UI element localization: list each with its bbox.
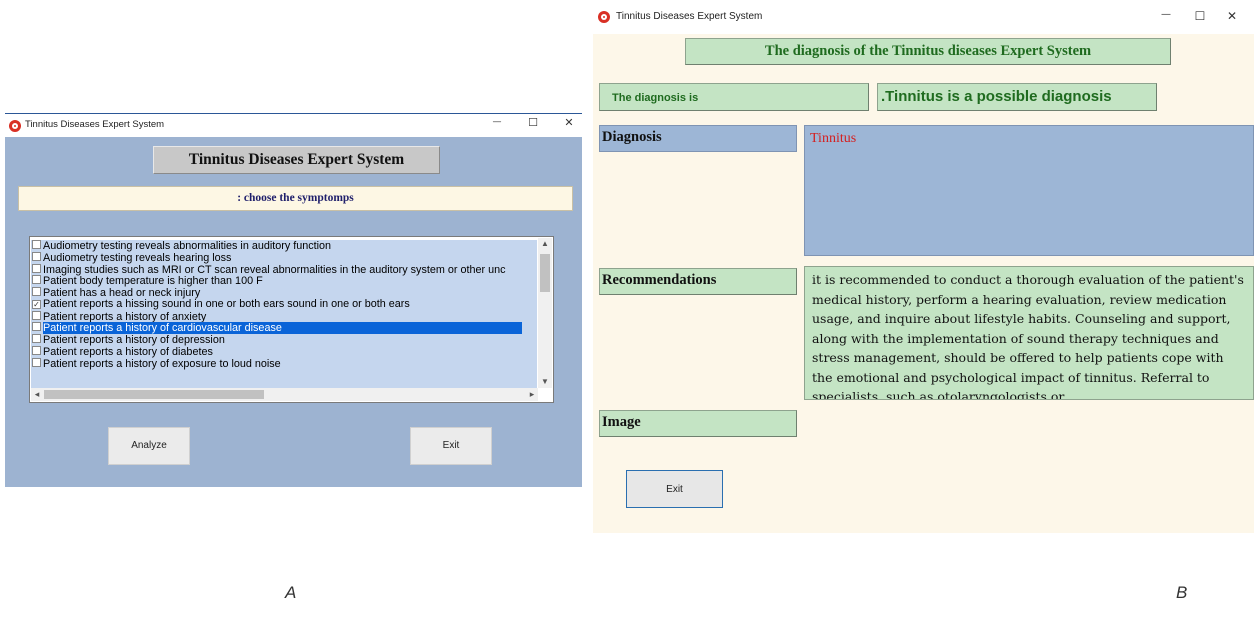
checkbox[interactable]	[32, 287, 41, 296]
checkbox[interactable]	[32, 240, 41, 249]
scroll-right-icon[interactable]: ▸	[526, 388, 538, 401]
recommendations-label: Recommendations	[599, 268, 797, 295]
checkbox[interactable]	[32, 310, 41, 320]
checkbox[interactable]	[32, 322, 41, 332]
symptom-item[interactable]: Patient body temperature is higher than …	[31, 275, 537, 287]
caption-a: A	[285, 583, 297, 602]
diagnosis-header: The diagnosis of the Tinnitus diseases E…	[685, 38, 1171, 65]
horizontal-scrollbar[interactable]: ◂ ▸	[31, 388, 538, 401]
diagnosis-window: Tinnitus Diseases Expert System — ☐ ✕ Th…	[593, 0, 1254, 533]
hscroll-thumb[interactable]	[44, 390, 264, 399]
app-logo-icon	[9, 120, 21, 132]
symptom-item[interactable]: Patient reports a history of exposure to…	[31, 357, 537, 370]
close-icon[interactable]: ✕	[1224, 9, 1240, 23]
title-bar[interactable]: Tinnitus Diseases Expert System — ☐ ✕	[593, 0, 1254, 34]
vertical-scrollbar[interactable]: ▲ ▼	[538, 238, 552, 388]
symptom-label: Audiometry testing reveals abnormalities…	[43, 240, 332, 252]
symptom-label: Patient reports a hissing sound in one o…	[43, 297, 410, 310]
symptom-label: Patient reports a history of exposure to…	[43, 357, 281, 370]
maximize-icon[interactable]: ☐	[525, 116, 541, 129]
checkbox[interactable]	[32, 357, 41, 367]
symptom-label: Imaging studies such as MRI or CT scan r…	[43, 263, 506, 276]
exit-button[interactable]: Exit	[410, 427, 492, 465]
symptom-form: Tinnitus Diseases Expert System : choose…	[5, 137, 582, 487]
symptom-item[interactable]: Patient reports a history of anxiety	[31, 310, 537, 323]
diagnosis-result: .Tinnitus is a possible diagnosis	[877, 83, 1157, 111]
maximize-icon[interactable]: ☐	[1192, 9, 1208, 23]
analyze-button[interactable]: Analyze	[108, 427, 190, 465]
checkbox[interactable]	[32, 263, 41, 273]
scroll-thumb[interactable]	[540, 254, 550, 292]
prompt-label: : choose the symptomps	[18, 186, 573, 211]
symptom-item[interactable]: Patient reports a history of diabetes	[31, 345, 537, 358]
symptom-window: Tinnitus Diseases Expert System — ☐ ✕ Ti…	[5, 113, 582, 487]
app-logo-icon	[598, 11, 610, 23]
symptom-list: Audiometry testing reveals abnormalities…	[31, 240, 537, 388]
symptom-checklist[interactable]: Audiometry testing reveals abnormalities…	[29, 236, 554, 403]
checkbox[interactable]	[32, 345, 41, 355]
checkbox[interactable]	[32, 334, 41, 343]
symptom-label: Patient reports a history of diabetes	[43, 345, 213, 358]
caption-b: B	[1176, 583, 1188, 602]
diagnosis-label: Diagnosis	[599, 125, 797, 152]
symptom-item[interactable]: Audiometry testing reveals hearing loss	[31, 251, 537, 264]
image-label: Image	[599, 410, 797, 437]
scroll-down-icon[interactable]: ▼	[538, 376, 552, 388]
close-icon[interactable]: ✕	[561, 116, 577, 129]
symptom-label: Patient reports a history of anxiety	[43, 310, 207, 323]
symptom-item[interactable]: Patient reports a history of cardiovascu…	[31, 322, 537, 335]
app-header: Tinnitus Diseases Expert System	[153, 146, 440, 174]
symptom-item[interactable]: ✓ Patient reports a hissing sound in one …	[31, 297, 537, 311]
symptom-label: Audiometry testing reveals hearing loss	[43, 251, 232, 264]
scroll-left-icon[interactable]: ◂	[31, 388, 43, 401]
window-title: Tinnitus Diseases Expert System	[25, 119, 165, 130]
diagnosis-text: Tinnitus	[804, 125, 1254, 256]
scroll-up-icon[interactable]: ▲	[538, 238, 552, 250]
symptom-label: Patient reports a history of depression	[43, 334, 225, 346]
checkbox[interactable]: ✓	[32, 299, 41, 309]
recommendations-text: it is recommended to conduct a thorough …	[804, 266, 1254, 400]
minimize-icon[interactable]: —	[489, 117, 505, 127]
title-bar[interactable]: Tinnitus Diseases Expert System — ☐ ✕	[5, 114, 582, 137]
checkbox[interactable]	[32, 251, 41, 261]
minimize-icon[interactable]: —	[1158, 9, 1174, 20]
window-title: Tinnitus Diseases Expert System	[616, 11, 763, 22]
symptom-item[interactable]: Audiometry testing reveals abnormalities…	[31, 240, 537, 252]
symptom-item[interactable]: Imaging studies such as MRI or CT scan r…	[31, 263, 537, 276]
exit-button[interactable]: Exit	[626, 470, 723, 508]
symptom-item[interactable]: Patient reports a history of depression	[31, 334, 537, 346]
diagnosis-is-label: The diagnosis is	[599, 83, 869, 111]
symptom-label: Patient body temperature is higher than …	[43, 275, 263, 288]
checkbox[interactable]	[32, 275, 41, 285]
symptom-label: Patient reports a history of cardiovascu…	[43, 322, 522, 335]
